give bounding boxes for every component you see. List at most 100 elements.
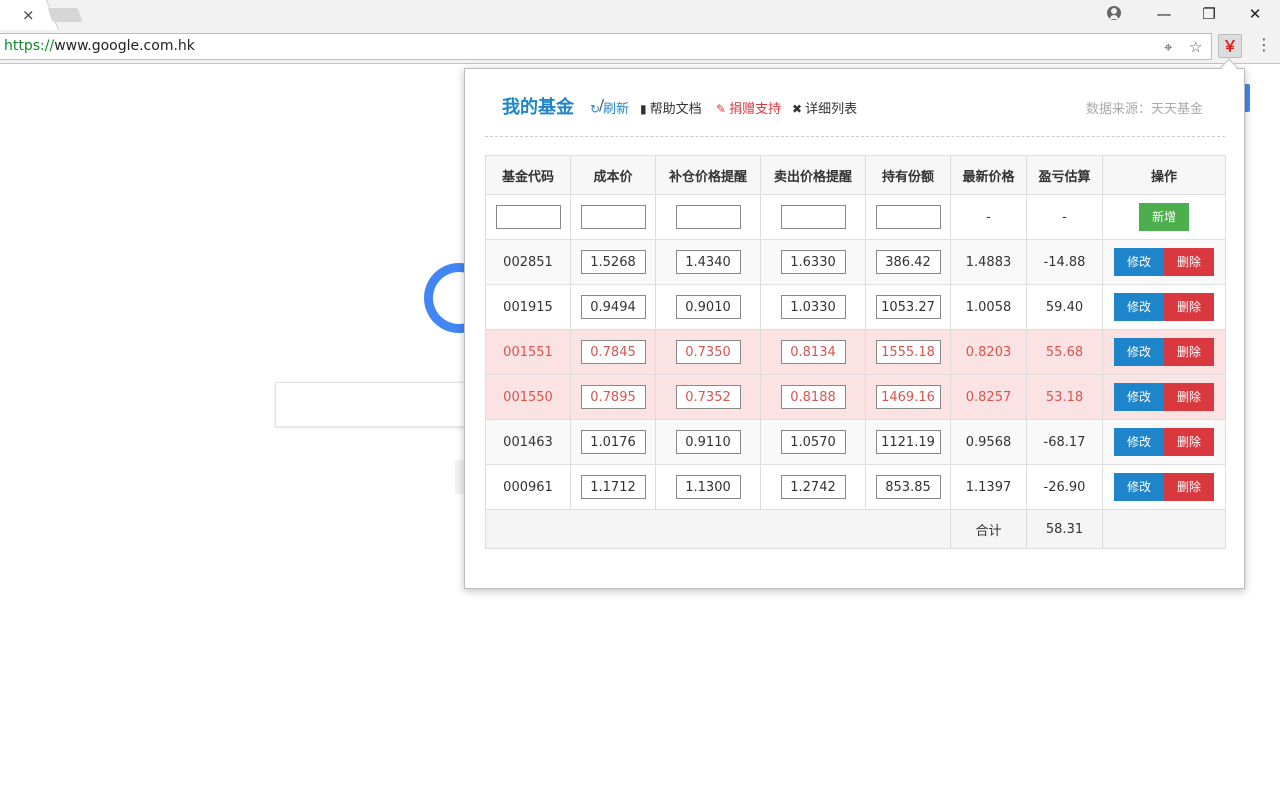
popup-header: 我的基金 / ↻ 刷新 ▮ 帮助文档 ✎ 捐赠支持 ✖ 详细列表 数据来源：天天基金 <box>485 93 1225 137</box>
sell-alert-input[interactable] <box>780 385 846 409</box>
menu-icon[interactable]: ⋮ <box>1256 35 1272 54</box>
buy-alert-input[interactable] <box>675 430 741 454</box>
shares-input[interactable] <box>875 430 941 454</box>
action-cell: 修改 删除 <box>1102 239 1226 285</box>
new-sell-alert-input[interactable] <box>780 205 846 229</box>
sell-alert-input[interactable] <box>780 250 846 274</box>
fund-code: 001463 <box>485 419 571 465</box>
title-bar: × — ❐ ✕ <box>0 0 1280 30</box>
sell-alert-input[interactable] <box>780 475 846 499</box>
new-shares-input[interactable] <box>875 205 941 229</box>
profit-estimate: -26.90 <box>1026 464 1103 510</box>
header-sell-alert: 卖出价格提醒 <box>760 155 866 195</box>
header-buy-alert: 补仓价格提醒 <box>655 155 761 195</box>
delete-button[interactable]: 删除 <box>1164 338 1214 366</box>
cost-input[interactable] <box>580 385 646 409</box>
detail-list-label: 详细列表 <box>805 102 858 117</box>
delete-button[interactable]: 删除 <box>1164 248 1214 276</box>
donate-link[interactable]: ✎ 捐赠支持 <box>716 98 781 117</box>
total-row: 合计 58.31 <box>485 509 1226 549</box>
fund-table: 基金代码 成本价 补仓价格提醒 卖出价格提醒 持有份额 最新价格 盈亏估算 操作… <box>485 155 1226 549</box>
refresh-icon: ↻ <box>590 102 601 116</box>
fund-popup: 我的基金 / ↻ 刷新 ▮ 帮助文档 ✎ 捐赠支持 ✖ 详细列表 数据来源：天天基金 基… <box>464 68 1245 589</box>
header-shares: 持有份额 <box>865 155 951 195</box>
delete-button[interactable]: 删除 <box>1164 473 1214 501</box>
total-empty <box>1102 509 1226 549</box>
data-source: 数据来源：天天基金 <box>1085 102 1203 117</box>
buy-alert-input[interactable] <box>675 385 741 409</box>
cost-input[interactable] <box>580 340 646 364</box>
add-fund-button[interactable]: 新增 <box>1139 203 1189 231</box>
cost-input[interactable] <box>580 475 646 499</box>
fund-code: 000961 <box>485 464 571 510</box>
fund-code: 002851 <box>485 239 571 285</box>
header-profit: 盈亏估算 <box>1026 155 1103 195</box>
cost-cell <box>570 419 656 465</box>
detail-list-link[interactable]: ✖ 详细列表 <box>792 98 857 117</box>
refresh-link[interactable]: ↻ 刷新 <box>590 98 629 117</box>
new-cost-input[interactable] <box>580 205 646 229</box>
browser-tab[interactable]: × <box>0 0 46 30</box>
new-action-cell: 新增 <box>1102 194 1226 240</box>
new-fund-row: - - 新增 <box>485 194 1226 240</box>
shares-input[interactable] <box>875 475 941 499</box>
buy-alert-input[interactable] <box>675 340 741 364</box>
sell-alert-cell <box>760 329 866 375</box>
edit-button[interactable]: 修改 <box>1114 293 1164 321</box>
edit-button[interactable]: 修改 <box>1114 428 1164 456</box>
address-bar[interactable]: https://www.google.com.hk ⌖ ☆ <box>0 33 1212 60</box>
location-icon[interactable]: ⌖ <box>1164 38 1172 56</box>
browser-toolbar: https://www.google.com.hk ⌖ ☆ ￥ ⋮ <box>0 30 1280 64</box>
buy-alert-input[interactable] <box>675 295 741 319</box>
delete-button[interactable]: 删除 <box>1164 428 1214 456</box>
edit-button[interactable]: 修改 <box>1114 473 1164 501</box>
sell-alert-cell <box>760 239 866 285</box>
cost-cell <box>570 329 656 375</box>
minimize-icon[interactable]: — <box>1144 2 1184 26</box>
star-icon[interactable]: ☆ <box>1189 38 1202 56</box>
action-cell: 修改 删除 <box>1102 419 1226 465</box>
cost-input[interactable] <box>580 295 646 319</box>
help-link[interactable]: ▮ 帮助文档 <box>640 98 702 117</box>
new-buy-alert-input[interactable] <box>675 205 741 229</box>
shares-input[interactable] <box>875 340 941 364</box>
latest-price: 1.4883 <box>950 239 1027 285</box>
cost-input[interactable] <box>580 430 646 454</box>
delete-button[interactable]: 删除 <box>1164 383 1214 411</box>
url-host: www.google.com.hk <box>54 38 195 54</box>
edit-button[interactable]: 修改 <box>1114 338 1164 366</box>
buy-alert-cell <box>655 239 761 285</box>
edit-button[interactable]: 修改 <box>1114 383 1164 411</box>
shares-cell <box>865 329 951 375</box>
url-text[interactable]: https://www.google.com.hk <box>4 38 195 54</box>
close-window-icon[interactable]: ✕ <box>1235 2 1275 26</box>
delete-button[interactable]: 删除 <box>1164 293 1214 321</box>
buy-alert-cell <box>655 374 761 420</box>
cost-cell <box>570 284 656 330</box>
buy-alert-input[interactable] <box>675 250 741 274</box>
cost-input[interactable] <box>580 250 646 274</box>
shares-input[interactable] <box>875 385 941 409</box>
sell-alert-input[interactable] <box>780 340 846 364</box>
tab-close-icon[interactable]: × <box>22 6 35 24</box>
header-code: 基金代码 <box>485 155 571 195</box>
help-label: 帮助文档 <box>649 102 702 117</box>
cost-cell <box>570 239 656 285</box>
fund-extension-button[interactable]: ￥ <box>1218 34 1242 58</box>
new-code-input[interactable] <box>495 205 561 229</box>
shares-input[interactable] <box>875 250 941 274</box>
shares-input[interactable] <box>875 295 941 319</box>
maximize-icon[interactable]: ❐ <box>1189 2 1229 26</box>
sell-alert-input[interactable] <box>780 430 846 454</box>
table-row: 0015500.825753.18修改删除 <box>485 374 1226 420</box>
donate-label: 捐赠支持 <box>729 102 782 117</box>
action-cell: 修改 删除 <box>1102 329 1226 375</box>
latest-price: 0.8257 <box>950 374 1027 420</box>
new-tab-button[interactable] <box>47 8 83 22</box>
profile-icon[interactable] <box>1107 6 1121 20</box>
buy-alert-input[interactable] <box>675 475 741 499</box>
sell-alert-input[interactable] <box>780 295 846 319</box>
new-sell-alert-cell <box>760 194 866 240</box>
book-icon: ▮ <box>640 102 647 116</box>
edit-button[interactable]: 修改 <box>1114 248 1164 276</box>
